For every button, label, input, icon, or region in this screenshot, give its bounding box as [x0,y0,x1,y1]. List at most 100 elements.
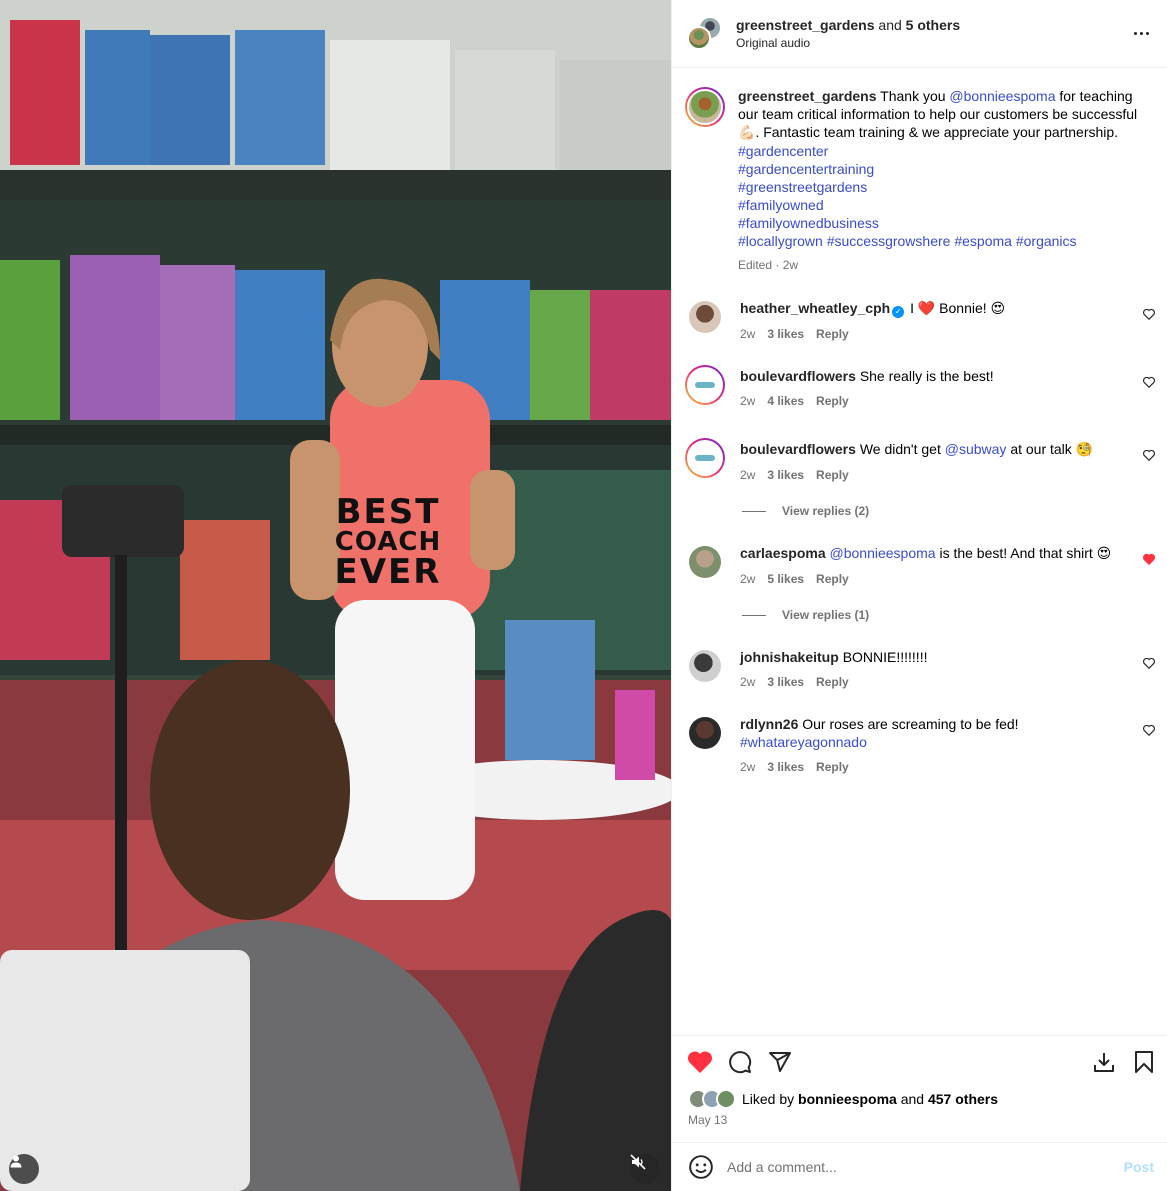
view-replies-button[interactable]: View replies (2) [672,502,1167,520]
caption-hashtag[interactable]: #successgrowshere [827,233,951,249]
comment-likes[interactable]: 3 likes [767,758,804,776]
header-username[interactable]: greenstreet_gardens [736,17,875,33]
comment-time[interactable]: 2w [740,758,755,776]
caption-hashtag[interactable]: #gardencentertraining [738,160,1151,178]
likes-summary: Liked by bonnieespoma and 457 others [672,1088,1167,1110]
download-button[interactable] [1091,1049,1117,1075]
share-button[interactable] [767,1049,793,1075]
comment-time[interactable]: 2w [740,466,755,484]
likes-others[interactable]: 457 others [928,1091,998,1107]
save-button[interactable] [1131,1049,1157,1075]
comment-avatar[interactable] [685,365,725,405]
comment-avatar[interactable] [685,438,725,478]
comment-mention[interactable]: @subway [945,441,1007,457]
comment-username[interactable]: carlaespoma [740,545,826,561]
comment-body: johnishakeitup BONNIE!!!!!!!! 2w 3 likes… [740,648,1151,691]
replies-divider [742,510,766,512]
like-comment-heart-icon[interactable] [1142,723,1156,737]
caption-hashtag-line: #locallygrown #successgrowshere #espoma … [738,232,1151,250]
comment-username[interactable]: heather_wheatley_cph [740,300,890,316]
caption-hashtag[interactable]: #espoma [954,233,1012,249]
view-replies-label: View replies (1) [782,608,870,622]
reply-button[interactable]: Reply [816,673,849,691]
liked-by-user[interactable]: bonnieespoma [798,1091,897,1107]
emoji-picker-icon[interactable] [688,1154,714,1180]
more-options-button[interactable] [1129,22,1153,46]
header-and: and [878,17,902,33]
header-others[interactable]: 5 others [906,17,960,33]
post-date[interactable]: May 13 [672,1110,1167,1127]
comment-likes[interactable]: 3 likes [767,673,804,691]
comment-avatar[interactable] [689,301,721,333]
comments-list[interactable]: greenstreet_gardens Thank you @bonnieesp… [672,69,1167,1035]
person-icon [10,1155,22,1168]
caption-hashtag[interactable]: #gardencenter [738,142,1151,160]
comment-body: boulevardflowers She really is the best!… [740,367,1151,410]
liked-by-label: Liked by [742,1091,795,1107]
comment-username[interactable]: johnishakeitup [740,649,839,665]
reply-button[interactable]: Reply [816,570,849,588]
caption-hashtag[interactable]: #familyownedbusiness [738,214,1151,232]
caption-text-3: . Fantastic team training & we appreciat… [755,124,1119,140]
comment-username[interactable]: boulevardflowers [740,441,856,457]
comment-meta: 2w 3 likes Reply [740,673,1121,691]
comment-input[interactable] [727,1159,1124,1175]
comment-username[interactable]: boulevardflowers [740,368,856,384]
caption-avatar[interactable] [685,87,725,127]
reply-button[interactable]: Reply [816,325,849,343]
likes-and: and [900,1091,925,1107]
paper-plane-icon [769,1052,791,1072]
comment-avatar[interactable] [689,717,721,749]
comment-time[interactable]: 2w [740,392,755,410]
view-replies-button[interactable]: View replies (1) [672,606,1167,624]
reply-button[interactable]: Reply [816,758,849,776]
caption-hashtag[interactable]: #greenstreetgardens [738,178,1151,196]
caption: greenstreet_gardens Thank you @bonnieesp… [672,69,1167,274]
audio-label[interactable]: Original audio [736,36,1129,50]
comment-avatar[interactable] [689,650,721,682]
dot-icon [1139,32,1143,35]
like-comment-heart-icon[interactable] [1142,375,1156,389]
post-comment-button[interactable]: Post [1124,1159,1154,1175]
download-icon [1094,1053,1114,1072]
comment-item: carlaespoma @bonnieespoma is the best! A… [672,544,1167,588]
caption-hashtag[interactable]: #organics [1016,233,1077,249]
caption-mention[interactable]: @bonnieespoma [949,88,1055,104]
caption-hashtag[interactable]: #familyowned [738,196,1151,214]
like-comment-heart-icon[interactable] [1142,307,1156,321]
comment-avatar[interactable] [689,546,721,578]
comment-button[interactable] [727,1049,753,1075]
comment-time[interactable]: 2w [740,673,755,691]
comment-time[interactable]: 2w [740,325,755,343]
comment-mention[interactable]: @bonnieespoma [830,545,936,561]
post-actions: Liked by bonnieespoma and 457 others May… [672,1035,1167,1127]
reply-button[interactable]: Reply [816,392,849,410]
comment-text: She really is the best! [859,368,994,384]
collab-avatars[interactable] [687,15,723,52]
reply-button[interactable]: Reply [816,466,849,484]
comment-time[interactable]: 2w [740,570,755,588]
mute-button[interactable] [630,1154,660,1184]
like-button[interactable] [687,1049,713,1075]
comment-likes[interactable]: 5 likes [767,570,804,588]
comment-likes[interactable]: 3 likes [767,466,804,484]
post-media[interactable]: BEST COACH EVER [0,0,671,1191]
heart-emoji: ❤️ [917,301,936,317]
comment-text: I [910,300,914,316]
like-comment-heart-icon[interactable] [1142,448,1156,462]
comment-hashtag[interactable]: #whatareyagonnado [740,733,1121,751]
liker-avatars[interactable] [688,1089,738,1109]
comment-meta: 2w 3 likes Reply [740,758,1121,776]
header-authors: greenstreet_gardens and 5 others [736,17,1129,33]
comment-item: boulevardflowers She really is the best!… [672,365,1167,410]
comment-likes[interactable]: 3 likes [767,325,804,343]
caption-time[interactable]: 2w [783,258,798,272]
caption-hashtag[interactable]: #locallygrown [738,233,823,249]
comment-likes[interactable]: 4 likes [767,392,804,410]
like-comment-heart-icon[interactable] [1142,656,1156,670]
liked-comment-heart-icon[interactable] [1142,552,1156,566]
comment-username[interactable]: rdlynn26 [740,716,798,732]
tagged-users-button[interactable] [9,1154,39,1184]
caption-username[interactable]: greenstreet_gardens [738,88,877,104]
comment-text: Our roses are screaming to be fed! [802,716,1019,732]
